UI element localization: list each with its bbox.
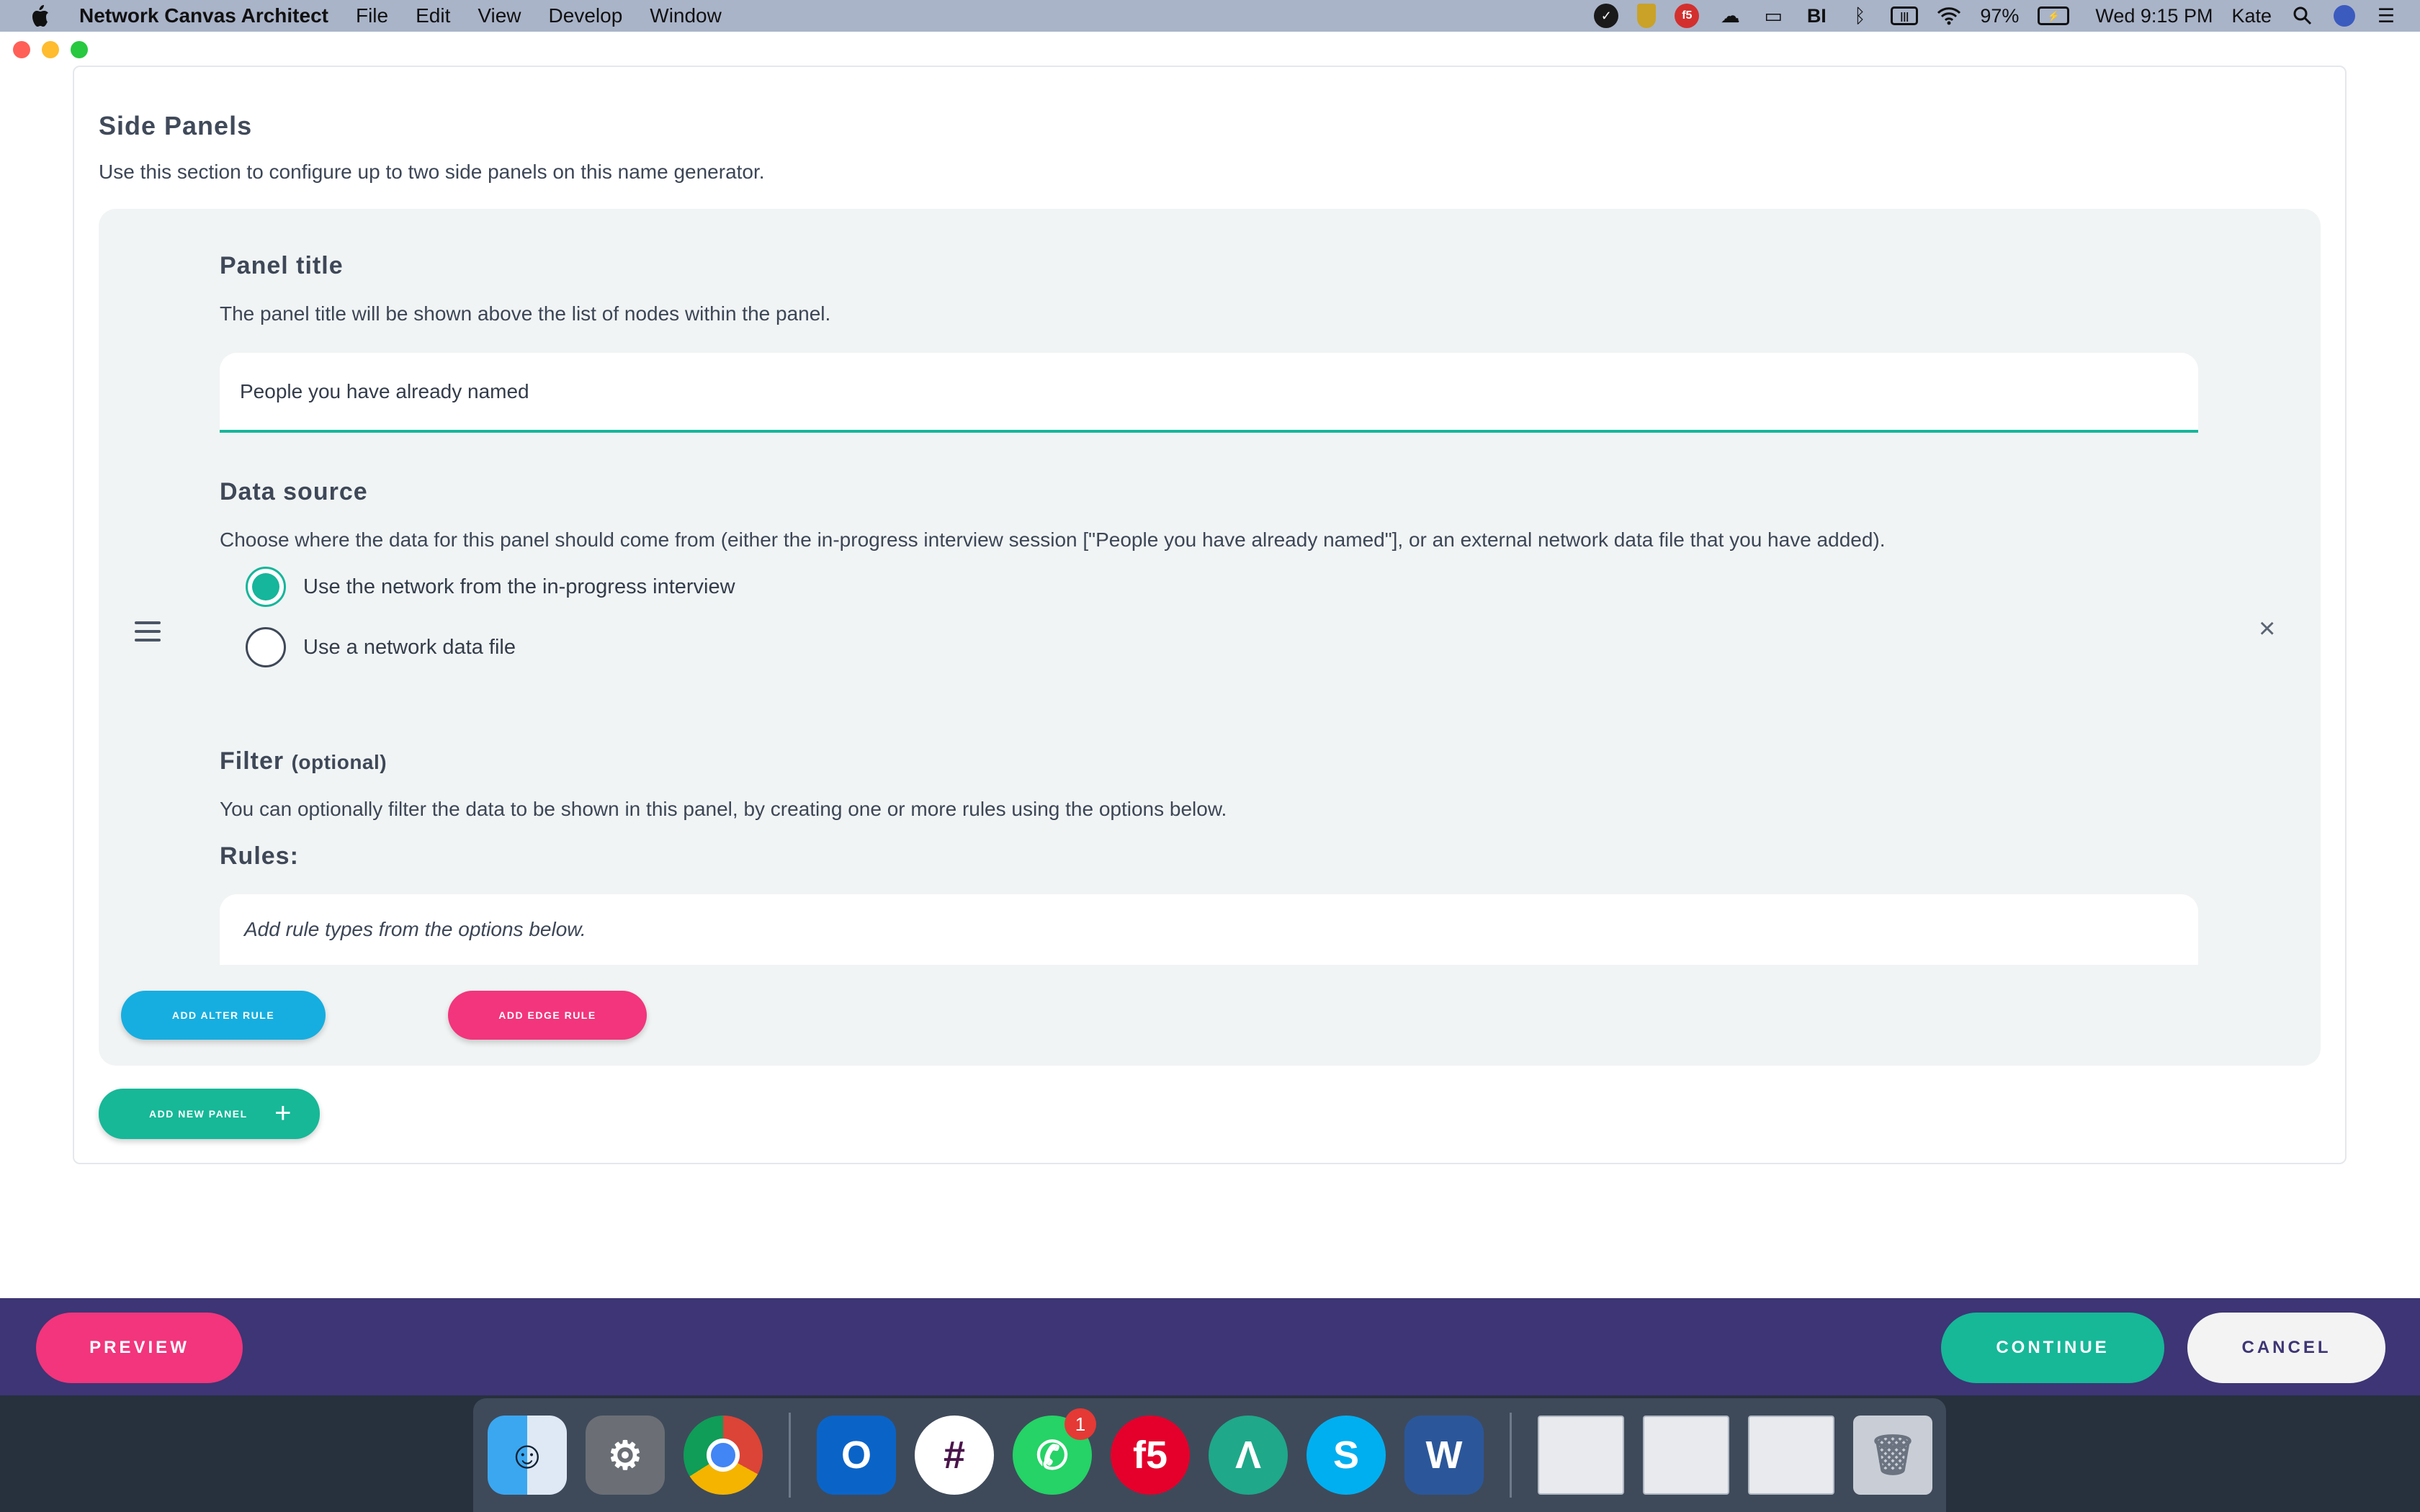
add-alter-rule-button[interactable]: ADD ALTER RULE: [121, 991, 326, 1040]
dock-separator: [789, 1413, 791, 1498]
add-new-panel-label: ADD NEW PANEL: [149, 1108, 248, 1120]
whatsapp-icon[interactable]: ✆ 1: [1013, 1408, 1096, 1495]
cancel-button[interactable]: CANCEL: [2187, 1313, 2385, 1383]
menu-user[interactable]: Kate: [2231, 5, 2272, 27]
preview-button[interactable]: PREVIEW: [36, 1313, 243, 1383]
battery-icon[interactable]: ⚡: [2038, 6, 2070, 25]
radio-button-unchecked[interactable]: [246, 627, 286, 667]
memory-icon[interactable]: |||: [1891, 6, 1919, 25]
siri-icon[interactable]: [2334, 5, 2355, 27]
radio-option-network-file[interactable]: Use a network data file: [246, 627, 516, 667]
finder-icon[interactable]: ☺: [488, 1416, 567, 1495]
spotlight-icon[interactable]: [2290, 4, 2315, 28]
section-title: Side Panels: [99, 111, 253, 140]
add-edge-rule-button[interactable]: ADD EDGE RULE: [448, 991, 647, 1040]
minimized-window-thumbnail[interactable]: [1538, 1416, 1624, 1495]
slack-icon[interactable]: #: [915, 1416, 994, 1495]
menu-extras: ✓ f5 ☁ ▭ BI ᛒ ||| 97% ⚡ Wed 9:15 PM Kate…: [1594, 0, 2398, 32]
add-new-panel-button[interactable]: ADD NEW PANEL +: [99, 1089, 320, 1139]
zoom-window-icon[interactable]: [71, 41, 88, 58]
minimized-window-thumbnail[interactable]: [1748, 1416, 1834, 1495]
app-name-menu[interactable]: Network Canvas Architect: [79, 4, 328, 27]
rules-placeholder: Add rule types from the options below.: [244, 918, 586, 940]
filter-description: You can optionally filter the data to be…: [220, 798, 1227, 820]
apple-menu-icon[interactable]: [0, 4, 79, 28]
cloud-icon[interactable]: ☁: [1718, 4, 1742, 28]
radio-option-interview[interactable]: Use the network from the in-progress int…: [246, 567, 735, 607]
notification-center-icon[interactable]: ☰: [2374, 4, 2398, 28]
bluetooth-icon[interactable]: ᛒ: [1847, 4, 1872, 28]
footer-bar: PREVIEW CONTINUE CANCEL: [0, 1298, 2420, 1395]
menu-file[interactable]: File: [356, 4, 388, 27]
minimize-window-icon[interactable]: [42, 41, 59, 58]
battery-percent: 97%: [1980, 4, 2020, 27]
menu-bar: Network Canvas Architect File Edit View …: [0, 0, 2420, 32]
airplay-icon[interactable]: ▭: [1761, 4, 1785, 28]
rules-label: Rules:: [220, 842, 299, 870]
checkmark-icon[interactable]: ✓: [1594, 4, 1619, 28]
side-panel-card: × Panel title The panel title will be sh…: [99, 209, 2321, 1066]
menu-view[interactable]: View: [478, 4, 521, 27]
continue-button[interactable]: CONTINUE: [1941, 1313, 2164, 1383]
chrome-icon[interactable]: [684, 1416, 763, 1495]
panel-title-description: The panel title will be shown above the …: [220, 302, 831, 325]
outlook-icon[interactable]: O: [817, 1416, 896, 1495]
radio-button-checked[interactable]: [246, 567, 286, 607]
plus-icon: +: [274, 1097, 292, 1129]
radio-label: Use the network from the in-progress int…: [303, 575, 735, 598]
window-controls: [13, 41, 88, 58]
f5-access-icon[interactable]: f5: [1111, 1416, 1190, 1495]
panel-title-label: Panel title: [220, 252, 344, 279]
rules-list-empty: Add rule types from the options below.: [220, 894, 2198, 965]
menu-clock[interactable]: Wed 9:15 PM: [2095, 5, 2213, 27]
menu-edit[interactable]: Edit: [416, 4, 450, 27]
system-preferences-icon[interactable]: ⚙: [586, 1416, 665, 1495]
word-icon[interactable]: W: [1404, 1416, 1484, 1495]
data-source-label: Data source: [220, 478, 368, 505]
menu-window[interactable]: Window: [650, 4, 722, 27]
radio-label: Use a network data file: [303, 635, 516, 659]
dock-separator: [1510, 1413, 1512, 1498]
whatsapp-badge: 1: [1065, 1408, 1096, 1440]
bi-icon[interactable]: BI: [1804, 4, 1829, 28]
menu-develop[interactable]: Develop: [549, 4, 623, 27]
shield-icon[interactable]: [1637, 4, 1657, 28]
network-canvas-architect-icon[interactable]: Λ: [1209, 1416, 1288, 1495]
filter-label: Filter (optional): [220, 747, 387, 775]
wifi-icon[interactable]: [1937, 4, 1961, 28]
section-description: Use this section to configure up to two …: [99, 161, 765, 183]
filter-optional-tag: (optional): [291, 751, 387, 773]
data-source-description: Choose where the data for this panel sho…: [220, 528, 1886, 551]
f5-icon[interactable]: f5: [1675, 4, 1700, 28]
skype-icon[interactable]: S: [1307, 1416, 1386, 1495]
minimized-window-thumbnail[interactable]: [1643, 1416, 1729, 1495]
remove-panel-icon[interactable]: ×: [2259, 614, 2275, 643]
panel-title-input[interactable]: [220, 353, 2198, 433]
drag-handle-icon[interactable]: [135, 621, 161, 647]
dock: ☺ ⚙ O # ✆ 1 f5 Λ S W 🗑: [473, 1398, 1946, 1512]
trash-icon[interactable]: 🗑: [1853, 1416, 1932, 1495]
close-window-icon[interactable]: [13, 41, 30, 58]
